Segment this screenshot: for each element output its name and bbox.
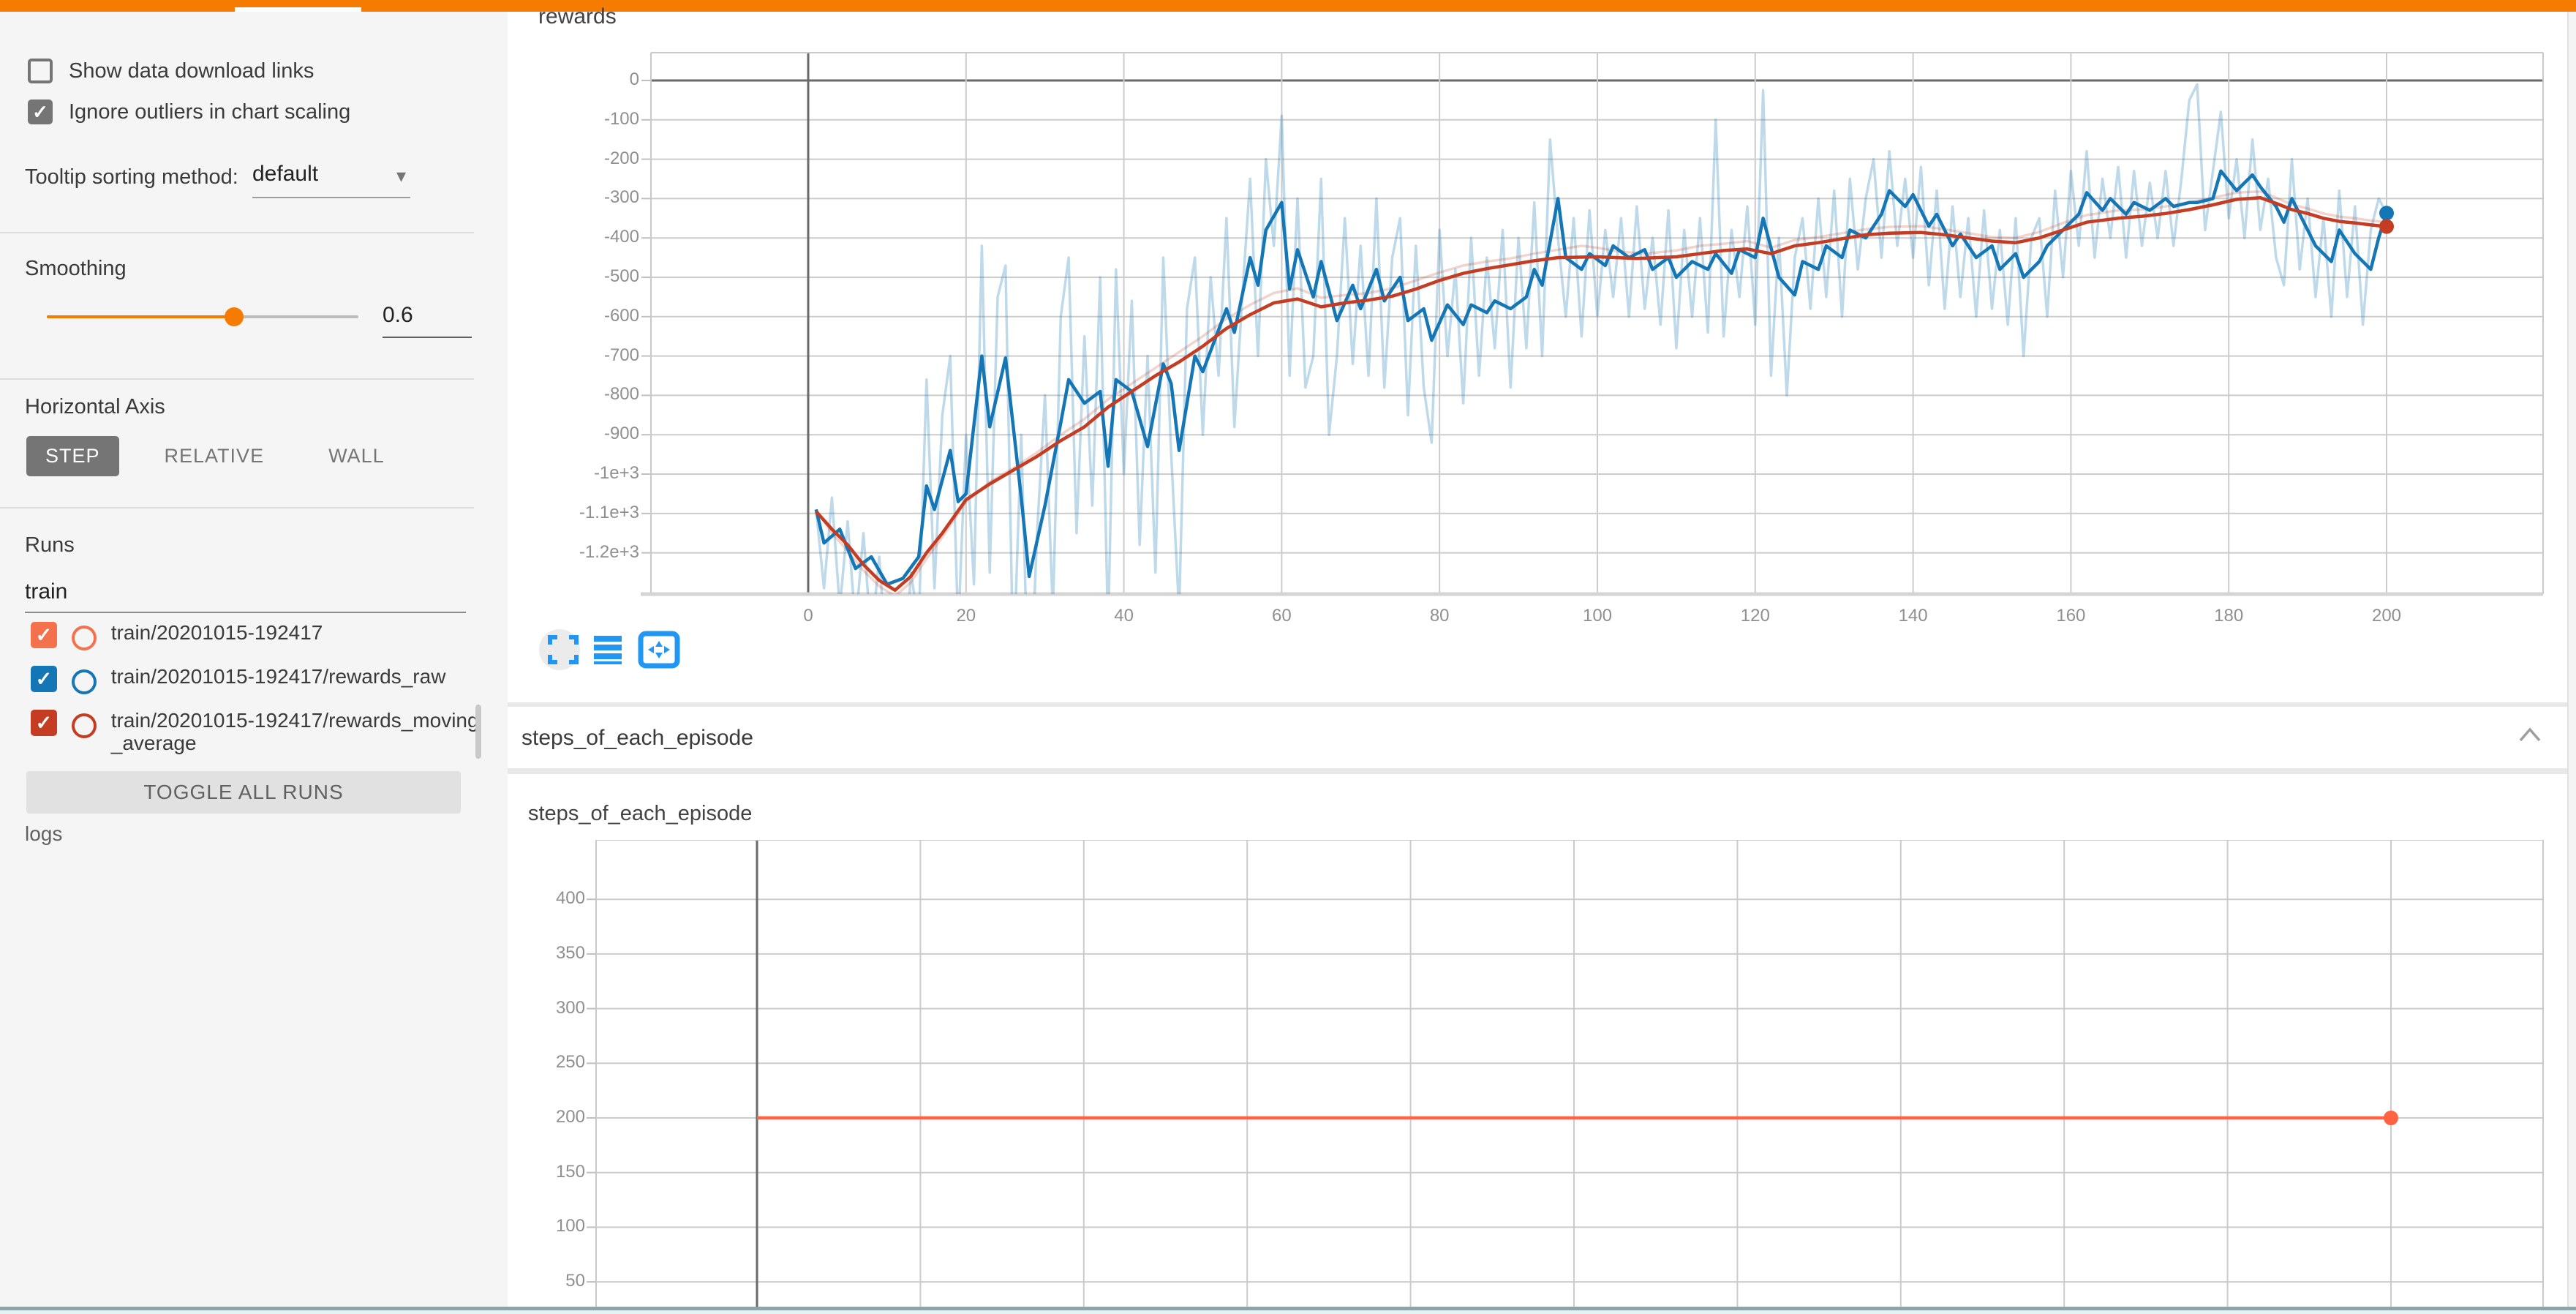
bottom-edge-highlight [0, 1310, 2576, 1314]
smoothing-value-field[interactable]: 0.6 [383, 303, 472, 338]
series-line [816, 84, 2387, 629]
tick-label: -500 [537, 266, 639, 287]
settings-sidebar: Show data download links ✓ Ignore outlie… [0, 12, 508, 1314]
series-end-dot [2379, 206, 2394, 220]
tick-label: -900 [537, 424, 639, 444]
sidebar-scrollbar-thumb[interactable] [475, 705, 481, 759]
axis-option-step[interactable]: STEP [26, 436, 119, 476]
tick-label: 350 [483, 943, 585, 964]
tick-label: 50 [483, 1271, 585, 1291]
tick-label: 400 [483, 888, 585, 909]
smoothing-slider[interactable] [47, 315, 358, 318]
run-label: train/20201015-192417/rewards_raw [111, 666, 484, 688]
sidebar-divider [0, 232, 474, 233]
steps-chart-canvas[interactable] [586, 840, 2561, 1314]
ignore-outliers-row[interactable]: ✓ Ignore outliers in chart scaling [28, 100, 350, 124]
show-download-links-checkbox[interactable] [28, 59, 53, 83]
dropdown-caret-icon: ▾ [396, 165, 406, 187]
tick-label: 80 [1396, 606, 1483, 626]
toggle-all-runs-button[interactable]: TOGGLE ALL RUNS [26, 771, 461, 814]
page-scrollbar-track[interactable] [2567, 12, 2576, 1314]
horizontal-axis-label: Horizontal Axis [25, 395, 165, 419]
sidebar-divider [0, 507, 474, 508]
tick-label: 300 [483, 998, 585, 1018]
series-line [816, 192, 2387, 596]
section-header-title: steps_of_each_episode [521, 726, 753, 751]
logs-label: logs [25, 822, 62, 846]
tick-label: -1.2e+3 [537, 542, 639, 563]
tick-label: -1e+3 [537, 463, 639, 484]
run-filter-field[interactable]: train [25, 579, 466, 613]
horizontal-axis-group: STEP RELATIVE WALL [26, 436, 404, 476]
run-label: train/20201015-192417/rewards_moving_ave… [111, 710, 484, 755]
show-download-links-row[interactable]: Show data download links [28, 59, 314, 83]
run-checkbox[interactable]: ✓ [31, 666, 57, 692]
tick-label: 40 [1080, 606, 1168, 626]
tick-label: 150 [483, 1162, 585, 1182]
section-header[interactable]: steps_of_each_episode [508, 707, 2576, 768]
sidebar-divider [0, 378, 474, 380]
tooltip-sort-value: default [252, 162, 318, 186]
rewards-chart-title: rewards [538, 4, 617, 29]
ignore-outliers-checkbox[interactable]: ✓ [28, 100, 53, 124]
tick-label: 20 [922, 606, 1010, 626]
tick-label: 140 [1869, 606, 1957, 626]
tick-label: -1.1e+3 [537, 503, 639, 523]
tick-label: 60 [1238, 606, 1325, 626]
series-line [816, 171, 2387, 585]
tick-label: 200 [483, 1107, 585, 1127]
tick-label: 160 [2027, 606, 2114, 626]
axis-option-relative[interactable]: RELATIVE [146, 436, 284, 476]
runs-list: ✓ train/20201015-192417 ✓ train/20201015-19… [31, 622, 484, 770]
series-end-dot [2384, 1111, 2398, 1125]
tick-label: 250 [483, 1052, 585, 1073]
tick-label: 0 [764, 606, 852, 626]
rewards-chart-canvas[interactable] [641, 44, 2561, 629]
run-row[interactable]: ✓ train/20201015-192417 [31, 622, 484, 650]
collapse-section-icon[interactable] [2517, 726, 2542, 743]
run-label: train/20201015-192417 [111, 622, 484, 645]
run-checkbox[interactable]: ✓ [31, 622, 57, 648]
smoothing-slider-knob[interactable] [225, 307, 244, 326]
ignore-outliers-label: Ignore outliers in chart scaling [69, 100, 350, 124]
run-row[interactable]: ✓ train/20201015-192417/rewards_moving_av… [31, 710, 484, 755]
run-radio[interactable] [72, 626, 97, 650]
tick-label: -100 [537, 109, 639, 129]
tick-label: -800 [537, 384, 639, 405]
expand-chart-icon[interactable] [539, 629, 580, 670]
run-row[interactable]: ✓ train/20201015-192417/rewards_raw [31, 666, 484, 694]
tick-label: -300 [537, 187, 639, 208]
tick-label: 180 [2185, 606, 2272, 626]
tick-label: -600 [537, 306, 639, 326]
steps-chart-title: steps_of_each_episode [528, 802, 752, 826]
run-radio[interactable] [72, 713, 97, 738]
tick-label: 100 [483, 1216, 585, 1236]
tick-label: -400 [537, 227, 639, 247]
series-line [816, 198, 2387, 590]
run-checkbox[interactable]: ✓ [31, 710, 57, 736]
series-end-dot [2379, 219, 2394, 234]
smoothing-slider-fill [47, 315, 234, 318]
axis-option-wall[interactable]: WALL [309, 436, 404, 476]
smoothing-label: Smoothing [25, 257, 127, 281]
tick-label: -200 [537, 149, 639, 169]
tick-label: 100 [1553, 606, 1641, 626]
fit-domain-icon[interactable] [641, 634, 677, 666]
tick-label: -700 [537, 345, 639, 366]
header-bar [0, 0, 2576, 12]
tensorboard-app: Show data download links ✓ Ignore outlie… [0, 0, 2576, 1314]
run-radio[interactable] [72, 669, 97, 694]
tick-label: 120 [1711, 606, 1799, 626]
tick-label: 200 [2343, 606, 2430, 626]
tooltip-sort-dropdown[interactable]: default ▾ [252, 162, 410, 198]
run-filter-value: train [25, 579, 67, 604]
tooltip-sort-label: Tooltip sorting method: [25, 165, 238, 189]
tick-label: 0 [537, 70, 639, 90]
runs-selector-icon[interactable] [594, 636, 622, 664]
runs-label: Runs [25, 533, 75, 557]
chart-toolbar [534, 623, 695, 676]
smoothing-value: 0.6 [383, 303, 413, 327]
show-download-links-label: Show data download links [69, 59, 314, 83]
